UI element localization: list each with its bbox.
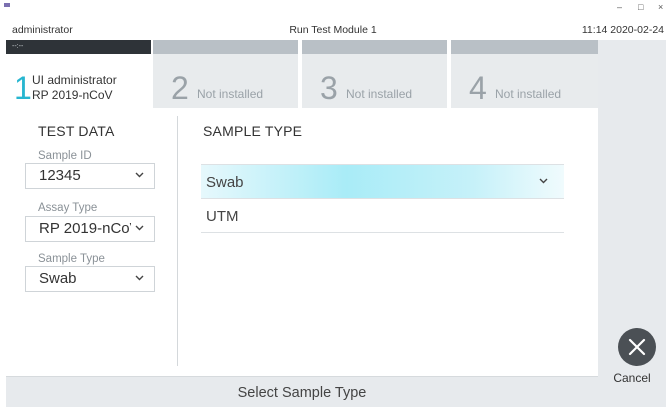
option-list-divider bbox=[201, 232, 564, 233]
module-user: UI administrator bbox=[32, 73, 117, 87]
check-icon bbox=[539, 178, 548, 184]
run-test-window: – □ × administrator Run Test Module 1 11… bbox=[0, 0, 666, 407]
maximize-button[interactable]: □ bbox=[638, 2, 643, 12]
cancel-button[interactable] bbox=[618, 328, 656, 366]
module-tab-1[interactable]: --:-- 1 UI administrator RP 2019-nCoV bbox=[6, 40, 151, 108]
module-status-strip bbox=[153, 40, 298, 54]
module-tabs: --:-- 1 UI administrator RP 2019-nCoV 2 … bbox=[0, 40, 598, 108]
sample-id-field[interactable]: 12345 bbox=[25, 163, 155, 189]
module-status-strip: --:-- bbox=[6, 40, 151, 54]
title-bar: – □ × administrator Run Test Module 1 11… bbox=[0, 0, 666, 40]
test-data-panel bbox=[0, 108, 178, 376]
module-timer: --:-- bbox=[12, 43, 24, 50]
close-window-button[interactable]: × bbox=[658, 2, 663, 12]
chevron-down-icon bbox=[135, 225, 144, 231]
sample-type-label: Sample Type bbox=[38, 253, 105, 265]
module-status-label: Not installed bbox=[346, 87, 413, 101]
sample-type-heading: SAMPLE TYPE bbox=[203, 123, 303, 139]
module-number: 2 bbox=[171, 70, 189, 106]
module-number: 1 bbox=[14, 70, 32, 106]
module-tab-2[interactable]: 2 Not installed bbox=[153, 40, 298, 108]
test-data-heading: TEST DATA bbox=[38, 123, 115, 139]
sample-type-option-swab[interactable]: Swab bbox=[201, 164, 564, 198]
option-label: Swab bbox=[206, 174, 244, 191]
module-assay: RP 2019-nCoV bbox=[32, 88, 113, 102]
sample-id-label: Sample ID bbox=[38, 150, 92, 162]
panel-divider bbox=[177, 116, 178, 366]
module-number: 4 bbox=[469, 70, 487, 106]
assay-type-label: Assay Type bbox=[38, 202, 98, 214]
module-tab-3[interactable]: 3 Not installed bbox=[302, 40, 447, 108]
assay-type-value: RP 2019-nCoV bbox=[39, 220, 131, 237]
chevron-down-icon bbox=[135, 275, 144, 281]
action-column: Cancel bbox=[598, 40, 666, 407]
module-status-label: Not installed bbox=[495, 87, 562, 101]
module-number: 3 bbox=[320, 70, 338, 106]
date-time: 11:14 2020-02-24 bbox=[581, 24, 664, 36]
module-tab-4[interactable]: 4 Not installed bbox=[451, 40, 598, 108]
module-status-strip bbox=[302, 40, 447, 54]
sample-id-value: 12345 bbox=[39, 167, 81, 184]
close-icon bbox=[628, 338, 646, 356]
option-label: UTM bbox=[206, 208, 239, 225]
minimize-button[interactable]: – bbox=[617, 2, 622, 12]
module-status-label: Not installed bbox=[197, 87, 264, 101]
sample-type-field[interactable]: Swab bbox=[25, 266, 155, 292]
app-icon bbox=[4, 3, 10, 7]
instruction-bar: Select Sample Type bbox=[6, 376, 598, 407]
chevron-down-icon bbox=[135, 172, 144, 178]
sample-type-option-utm[interactable]: UTM bbox=[201, 198, 564, 232]
sample-type-value: Swab bbox=[39, 270, 77, 287]
instruction-text: Select Sample Type bbox=[237, 385, 367, 401]
cancel-label[interactable]: Cancel bbox=[593, 371, 666, 385]
assay-type-field[interactable]: RP 2019-nCoV bbox=[25, 216, 155, 242]
window-title: Run Test Module 1 bbox=[289, 24, 377, 36]
module-status-strip bbox=[451, 40, 598, 54]
